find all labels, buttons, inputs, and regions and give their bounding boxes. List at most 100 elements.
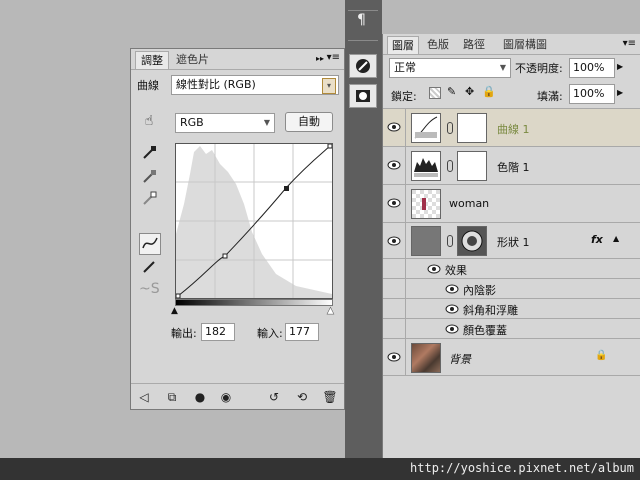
tab-adjustments[interactable]: 調整 (135, 51, 169, 70)
view-previous-icon[interactable]: ↺ (265, 389, 283, 405)
smooth-curve-icon[interactable]: ~S (139, 279, 160, 299)
woman-layer-thumbnail (411, 189, 441, 219)
eye-column-divider (405, 339, 406, 375)
layer-name[interactable]: 色階 1 (497, 159, 530, 175)
effect-row-bevel-emboss[interactable]: 斜角和浮雕 (383, 298, 640, 318)
on-image-adjust-icon[interactable]: ☝ (139, 111, 159, 131)
visibility-eye-icon[interactable] (387, 197, 401, 209)
trash-icon[interactable]: 🗑 (321, 389, 339, 405)
clip-to-layer-icon[interactable]: ● (191, 389, 209, 405)
effects-label[interactable]: 效果 (445, 262, 467, 278)
chevron-down-icon[interactable]: ▾ (322, 78, 336, 94)
levels-adjustment-thumbnail (411, 151, 441, 181)
lock-all-icon[interactable]: 🔒 (482, 85, 496, 98)
layer-row-background[interactable]: 背景 🔒 (383, 338, 640, 376)
white-point-slider[interactable]: ▲ (327, 306, 334, 317)
curves-preset-select[interactable]: 線性對比 (RGB) ▾ (171, 75, 339, 95)
eye-column-divider (405, 319, 406, 338)
effect-name[interactable]: 斜角和浮雕 (463, 302, 518, 318)
visibility-eye-icon[interactable] (387, 159, 401, 171)
black-point-slider[interactable]: ▲ (171, 306, 178, 316)
output-field[interactable]: 182 (201, 323, 235, 341)
effect-name[interactable]: 顏色覆蓋 (463, 322, 507, 338)
output-label: 輸出: (171, 327, 197, 340)
lock-pixels-icon[interactable]: ✎ (447, 85, 456, 98)
visibility-eye-icon[interactable] (445, 323, 459, 335)
curve-points-tool-icon[interactable] (139, 233, 161, 255)
layer-row-curves[interactable]: 曲線 1 (383, 108, 640, 146)
fx-badge-icon[interactable]: fx (591, 233, 603, 246)
chevron-down-icon: ▼ (263, 118, 270, 127)
visibility-eye-icon[interactable] (445, 283, 459, 295)
layer-name[interactable]: 曲線 1 (497, 121, 530, 137)
opacity-value: 100% (573, 61, 605, 74)
input-field[interactable]: 177 (285, 323, 319, 341)
vector-mask-thumbnail[interactable] (457, 226, 487, 256)
effect-row-inner-shadow[interactable]: 內陰影 (383, 278, 640, 298)
opacity-label: 不透明度: (515, 62, 563, 75)
white-eyedropper-icon[interactable] (139, 191, 159, 211)
layer-name[interactable]: 背景 (449, 351, 471, 367)
visibility-eye-icon[interactable] (427, 263, 441, 275)
tab-layers[interactable]: 圖層 (387, 36, 419, 54)
panel-footer-divider (131, 383, 344, 384)
fill-field[interactable]: 100% (569, 84, 615, 104)
layer-mask-thumbnail[interactable] (457, 113, 487, 143)
chevron-right-icon[interactable]: ▶ (617, 62, 623, 71)
link-icon[interactable] (447, 235, 453, 247)
brush-preset-icon[interactable] (349, 54, 377, 78)
layer-name[interactable]: woman (449, 197, 489, 210)
layer-mask-thumbnail[interactable] (457, 151, 487, 181)
tab-masks[interactable]: 遮色片 (171, 51, 214, 69)
visibility-eye-icon[interactable] (445, 303, 459, 315)
panel-dock-strip: ¶ (345, 0, 382, 458)
collapse-effects-icon[interactable]: ▲ (613, 234, 619, 243)
reset-icon[interactable]: ⟲ (293, 389, 311, 405)
tab-channels[interactable]: 色版 (423, 36, 453, 53)
tab-paths[interactable]: 路徑 (459, 36, 489, 53)
mask-icon[interactable] (349, 84, 377, 108)
effects-row[interactable]: 效果 (383, 258, 640, 278)
layer-row-woman[interactable]: woman (383, 184, 640, 222)
watermark-text: http://yoshice.pixnet.net/album (410, 461, 634, 475)
panel-tab-divider (131, 69, 344, 70)
lock-position-icon[interactable]: ✥ (465, 85, 474, 98)
link-icon[interactable] (447, 122, 453, 134)
input-gradient-bar (175, 299, 333, 306)
eye-toggle-icon[interactable]: ◉ (217, 389, 235, 405)
lock-icon: 🔒 (595, 350, 608, 361)
pencil-draw-icon[interactable] (139, 259, 159, 279)
chevron-right-icon[interactable]: ▶ (617, 88, 623, 97)
channel-select[interactable]: RGB ▼ (175, 113, 275, 133)
layer-row-shape[interactable]: 形狀 1 fx ▲ (383, 222, 640, 258)
panel-menu-icon[interactable]: ▾≡ (327, 52, 340, 63)
back-arrow-icon[interactable]: ◁ (135, 389, 153, 405)
lock-transparent-icon[interactable] (429, 87, 441, 99)
panel-menu-icon[interactable]: ▾≡ (623, 38, 636, 49)
collapse-panel-icon[interactable]: ▸▸ (316, 54, 324, 63)
eye-column-divider (405, 109, 406, 146)
blend-mode-select[interactable]: 正常 ▼ (389, 58, 511, 78)
black-eyedropper-icon[interactable] (139, 145, 159, 165)
link-icon[interactable] (447, 160, 453, 172)
visibility-eye-icon[interactable] (387, 121, 401, 133)
layer-name[interactable]: 形狀 1 (497, 234, 530, 250)
gray-eyedropper-icon[interactable] (139, 169, 159, 189)
tab-layer-comps[interactable]: 圖層構圖 (499, 36, 551, 53)
dock-separator (348, 40, 378, 41)
layers-panel: 圖層 色版 路徑 圖層構圖 ▾≡ 正常 ▼ 不透明度: 100% ▶ 鎖定: ✎… (382, 34, 640, 458)
eye-column-divider (405, 185, 406, 222)
visibility-eye-icon[interactable] (387, 235, 401, 247)
expand-view-icon[interactable]: ⧉ (163, 389, 181, 405)
visibility-eye-icon[interactable] (387, 351, 401, 363)
paragraph-icon[interactable]: ¶ (357, 12, 366, 28)
effect-name[interactable]: 內陰影 (463, 282, 496, 298)
layer-row-levels[interactable]: 色階 1 (383, 146, 640, 184)
auto-button[interactable]: 自動 (285, 112, 333, 132)
effect-row-color-overlay[interactable]: 顏色覆蓋 (383, 318, 640, 338)
dock-separator (348, 10, 378, 11)
opacity-field[interactable]: 100% (569, 58, 615, 78)
curve-graph[interactable] (175, 143, 333, 299)
curves-adjustment-thumbnail (411, 113, 441, 143)
eye-column-divider (405, 259, 406, 278)
